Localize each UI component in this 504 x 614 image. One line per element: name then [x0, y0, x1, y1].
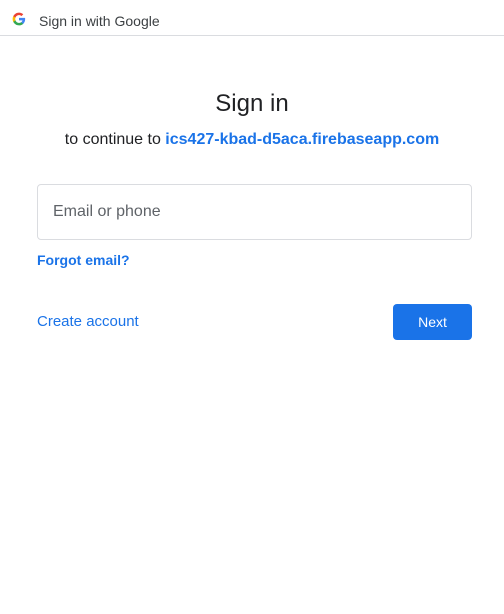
title-bar: Sign in with Google [0, 0, 504, 36]
page-subtitle: to continue to ics427-kbad-d5aca.firebas… [0, 129, 504, 151]
google-g-icon [12, 12, 26, 26]
next-button[interactable]: Next [393, 304, 472, 340]
email-or-phone-field[interactable] [37, 184, 472, 240]
window-title: Sign in with Google [39, 13, 160, 29]
app-domain-link[interactable]: ics427-kbad-d5aca.firebaseapp.com [165, 131, 439, 148]
page-title: Sign in [215, 90, 289, 117]
subtitle-prefix: to continue to [64, 131, 166, 148]
create-account-link[interactable]: Create account [37, 313, 139, 331]
forgot-email-link[interactable]: Forgot email? [37, 251, 130, 269]
